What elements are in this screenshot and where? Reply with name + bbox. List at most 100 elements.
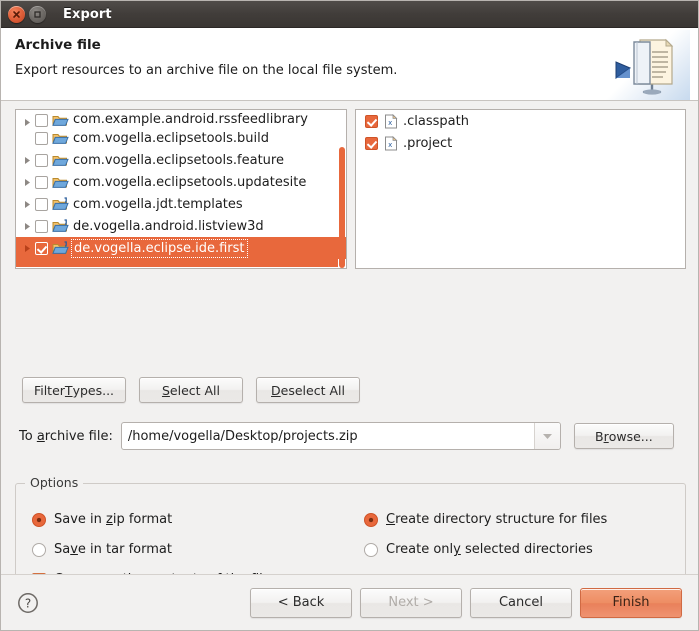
archive-file-combo[interactable]	[120, 422, 561, 450]
help-glyph: ?	[18, 592, 38, 613]
radio-indicator[interactable]	[364, 512, 378, 527]
archive-label-mnemonic: a	[36, 428, 45, 444]
tree-row-checkbox[interactable]	[35, 197, 48, 211]
svg-text:?: ?	[25, 596, 31, 610]
tree-row-label: com.vogella.eclipsetools.updatesite	[73, 174, 307, 190]
radio-indicator[interactable]	[32, 542, 46, 557]
folder-icon	[52, 153, 69, 167]
maximize-icon[interactable]	[29, 5, 46, 23]
label-mnemonic: v	[70, 542, 78, 557]
file-list-item[interactable]: x .project	[356, 132, 685, 154]
java-folder-icon	[52, 241, 69, 254]
tree-row-checkbox[interactable]	[35, 219, 48, 233]
browse-button[interactable]: Br owse...	[573, 423, 674, 449]
java-folder-icon	[52, 219, 69, 232]
tree-expand-toggle[interactable]	[21, 118, 34, 127]
tree-row[interactable]: com.vogella.eclipsetools.feature	[16, 149, 346, 171]
expand-arrow-icon	[25, 178, 30, 186]
tree-row[interactable]: com.example.android.rssfeedlibrary	[16, 110, 346, 127]
tree-row[interactable]: de.vogella.eclipse.ide.first	[16, 237, 346, 259]
finish-button[interactable]: Finish	[580, 587, 682, 618]
expand-arrow-icon	[25, 222, 30, 230]
help-icon[interactable]: ?	[17, 592, 39, 614]
radio-indicator[interactable]	[364, 542, 378, 557]
tree-row-label: com.vogella.jdt.templates	[73, 196, 243, 212]
archive-file-input[interactable]	[121, 423, 534, 449]
tree-row[interactable]: com.vogella.eclipsetools.build	[16, 127, 346, 149]
tree-row[interactable]: com.vogella.eclipsetools.updatesite	[16, 171, 346, 193]
archive-file-row: To archive file: Browse...	[19, 421, 683, 451]
filter-button-row: Filter Types... Select All Deselect All	[22, 377, 360, 403]
file-item-checkbox[interactable]	[365, 136, 378, 150]
file-list-item[interactable]: x .classpath	[356, 110, 685, 132]
file-list: x .classpath x .project	[356, 110, 685, 154]
dialog-body: com.example.android.rssfeedlibrary com.vo…	[1, 101, 698, 599]
tree-row-checkbox[interactable]	[35, 114, 48, 127]
create-directory-structure-radio[interactable]: Create directory structure for files	[364, 512, 607, 527]
svg-text:x: x	[388, 119, 392, 127]
file-item-label: .classpath	[403, 113, 469, 129]
option-label: Save in tar format	[54, 542, 172, 557]
create-selected-directories-radio[interactable]: Create only selected directories	[364, 542, 593, 557]
cancel-button[interactable]: Cancel	[470, 587, 572, 618]
label-post: ypes...	[72, 382, 115, 398]
tree-horizontal-scrollbar[interactable]	[16, 259, 338, 267]
tree-row-checkbox[interactable]	[35, 175, 48, 189]
folder-icon	[52, 156, 69, 166]
radio-indicator[interactable]	[32, 512, 46, 527]
project-tree: com.example.android.rssfeedlibrary com.vo…	[16, 110, 346, 259]
save-tar-radio[interactable]: Save in tar format	[32, 542, 172, 557]
archive-label-post: rchive file:	[44, 428, 113, 444]
tree-row[interactable]: com.vogella.jdt.templates	[16, 193, 346, 215]
label-pre: Save in	[54, 512, 107, 527]
java-folder-icon	[52, 197, 69, 211]
export-dialog-window: Export Archive file Export resources to …	[0, 0, 699, 631]
tree-row-checkbox[interactable]	[35, 241, 48, 255]
next-button: Next >	[360, 587, 462, 618]
chevron-down-icon[interactable]	[533, 423, 560, 449]
label-mnemonic: T	[64, 382, 73, 398]
java-folder-icon	[52, 219, 69, 233]
label-post: eselect All	[280, 382, 345, 398]
tree-row-label: com.vogella.eclipsetools.build	[73, 130, 269, 146]
tree-expand-toggle[interactable]	[21, 244, 34, 253]
tree-expand-toggle[interactable]	[21, 178, 34, 187]
close-icon[interactable]	[8, 5, 25, 23]
tree-expand-toggle[interactable]	[21, 156, 34, 165]
label-mnemonic: y	[453, 542, 461, 557]
folder-icon	[52, 116, 69, 126]
svg-text:x: x	[388, 141, 392, 149]
xml-file-icon: x	[385, 113, 398, 128]
folder-icon	[52, 113, 69, 127]
label-mnemonic: S	[161, 382, 170, 398]
project-tree-pane[interactable]: com.example.android.rssfeedlibrary com.vo…	[15, 109, 347, 269]
tree-row-label: com.example.android.rssfeedlibrary	[73, 112, 308, 127]
file-item-checkbox[interactable]	[365, 114, 378, 128]
option-label: Create directory structure for files	[386, 512, 607, 527]
dialog-footer: ? < Back Next > Cancel Finish	[1, 574, 698, 630]
archive-file-label: To archive file:	[19, 429, 113, 444]
tree-expand-toggle[interactable]	[21, 222, 34, 231]
chevron-down-glyph	[542, 433, 552, 439]
xml-file-icon: x	[384, 135, 398, 151]
browse-post: owse...	[608, 428, 653, 444]
tree-row[interactable]: de.vogella.android.listview3d	[16, 215, 346, 237]
filter-types-button[interactable]: Filter Types...	[22, 377, 126, 403]
file-list-pane[interactable]: x .classpath x .project	[355, 109, 686, 269]
expand-arrow-icon	[25, 200, 30, 208]
tree-row-checkbox[interactable]	[35, 131, 48, 145]
tree-expand-toggle[interactable]	[21, 200, 34, 209]
footer-button-row: < Back Next > Cancel Finish	[250, 587, 682, 618]
tree-vertical-scrollbar[interactable]	[339, 147, 345, 268]
folder-icon	[52, 175, 69, 189]
label-pre: Create onl	[386, 542, 454, 557]
save-zip-radio[interactable]: Save in zip format	[32, 512, 172, 527]
expand-arrow-icon	[25, 244, 30, 252]
tree-row-label: com.vogella.eclipsetools.feature	[73, 152, 284, 168]
deselect-all-button[interactable]: Deselect All	[256, 377, 360, 403]
label-post: e in tar format	[77, 542, 172, 557]
back-button[interactable]: < Back	[250, 587, 352, 618]
select-all-button[interactable]: Select All	[139, 377, 243, 403]
tree-row-checkbox[interactable]	[35, 153, 48, 167]
label-post: selected directories	[460, 542, 593, 557]
